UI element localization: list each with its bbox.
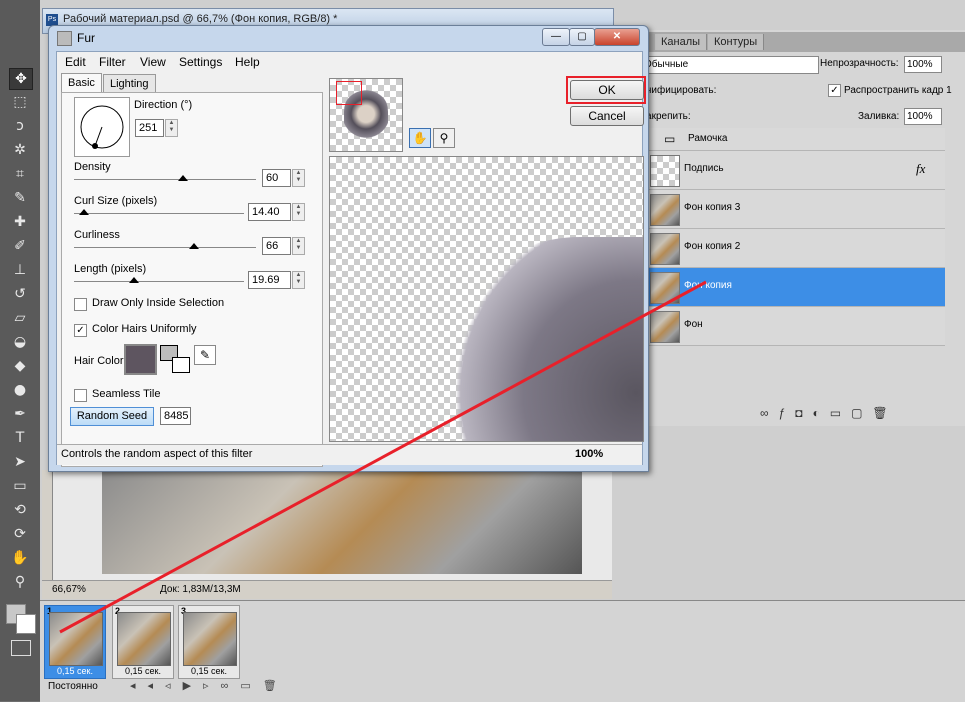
annotation-arrow-line: [59, 280, 707, 634]
annotation-overlay: [59, 280, 707, 634]
